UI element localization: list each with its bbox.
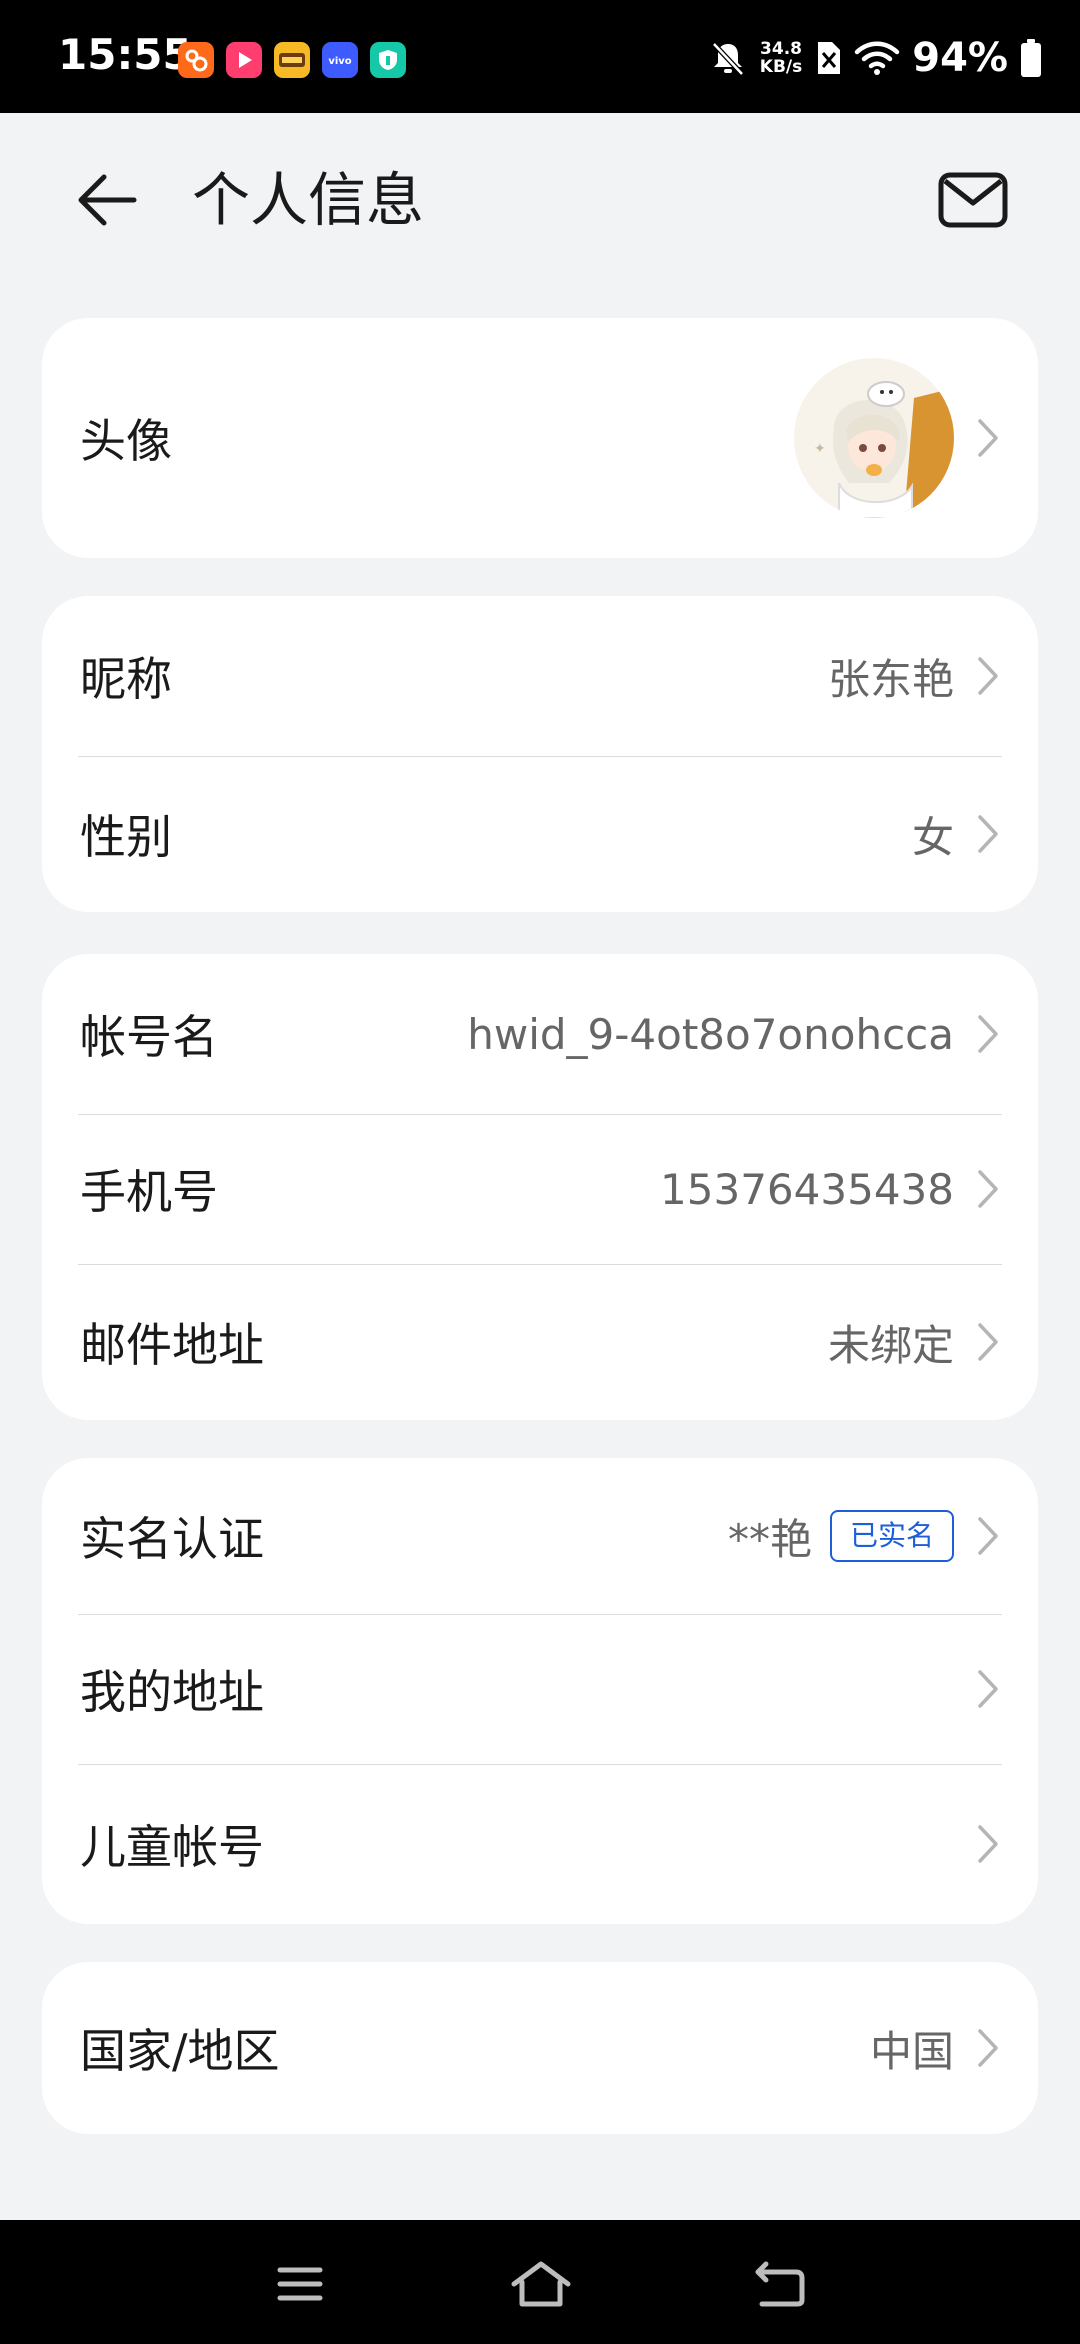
email-label: 邮件地址 — [80, 1318, 264, 1372]
home-button[interactable] — [510, 2260, 571, 2308]
avatar-row[interactable]: 头像 ✦ — [42, 318, 1038, 558]
gender-value: 女 — [911, 812, 954, 862]
email-value: 未绑定 — [827, 1320, 954, 1370]
gender-row[interactable]: 性别 女 — [42, 756, 1038, 912]
chevron-right-icon — [978, 1825, 998, 1863]
account-name-row[interactable]: 帐号名 hwid_9-4ot8o7onohcca — [42, 954, 1038, 1114]
status-bar: 15:55 vivo 34.8 KB/s 94% — [0, 0, 1080, 113]
chevron-right-icon — [978, 1323, 998, 1361]
status-time: 15:55 — [58, 30, 192, 79]
kuaishou-icon — [178, 42, 214, 78]
region-card: 国家/地区 中国 — [42, 1962, 1038, 2134]
game-app-icon — [274, 42, 310, 78]
nickname-label: 昵称 — [80, 652, 172, 706]
page-header: 个人信息 — [0, 113, 1080, 283]
verified-badge: 已实名 — [829, 1510, 954, 1562]
status-app-icons: vivo — [178, 42, 406, 78]
system-nav-bar — [0, 2220, 1080, 2344]
mail-icon — [938, 172, 1008, 228]
chevron-right-icon — [978, 1517, 998, 1555]
net-speed-unit: KB/s — [759, 57, 803, 77]
net-speed-value: 34.8 — [760, 39, 802, 59]
battery-icon — [1021, 39, 1041, 77]
region-value: 中国 — [869, 2026, 954, 2076]
vivo-icon: vivo — [322, 42, 358, 78]
chevron-right-icon — [978, 657, 998, 695]
phone-row[interactable]: 手机号 15376435438 — [42, 1114, 1038, 1264]
svg-text:✦: ✦ — [814, 441, 826, 457]
chevron-right-icon — [978, 419, 998, 457]
menu-button[interactable] — [272, 2260, 328, 2308]
avatar-card: 头像 ✦ — [42, 318, 1038, 558]
realname-value: **艳 — [727, 1514, 812, 1564]
status-indicators: 34.8 KB/s 94% — [708, 35, 1042, 81]
account-name-value: hwid_9-4ot8o7onohcca — [467, 1009, 954, 1059]
mute-bell-icon — [711, 42, 744, 76]
basic-info-card: 昵称 张东艳 性别 女 — [42, 596, 1038, 912]
region-row[interactable]: 国家/地区 中国 — [42, 1962, 1038, 2134]
region-label: 国家/地区 — [80, 2024, 280, 2078]
avatar-label: 头像 — [80, 414, 172, 468]
address-row[interactable]: 我的地址 — [42, 1614, 1038, 1764]
chevron-right-icon — [978, 1170, 998, 1208]
account-card: 帐号名 hwid_9-4ot8o7onohcca 手机号 15376435438… — [42, 954, 1038, 1420]
account-name-label: 帐号名 — [80, 1010, 218, 1064]
realname-row[interactable]: 实名认证 **艳 已实名 — [42, 1458, 1038, 1614]
page-title: 个人信息 — [192, 166, 425, 234]
email-row[interactable]: 邮件地址 未绑定 — [42, 1264, 1038, 1420]
child-account-row[interactable]: 儿童帐号 — [42, 1764, 1038, 1924]
sim-off-icon — [818, 42, 841, 74]
security-card: 实名认证 **艳 已实名 我的地址 儿童帐号 — [42, 1458, 1038, 1924]
gender-label: 性别 — [80, 810, 172, 864]
nickname-row[interactable]: 昵称 张东艳 — [42, 596, 1038, 756]
messages-button[interactable] — [935, 165, 1011, 235]
chevron-right-icon — [978, 1670, 998, 1708]
home-icon — [511, 2261, 571, 2307]
chevron-right-icon — [978, 815, 998, 853]
chevron-right-icon — [978, 2029, 998, 2067]
svg-text:vivo: vivo — [328, 56, 351, 66]
menu-icon — [277, 2267, 323, 2301]
net-speed: 34.8 KB/s — [760, 40, 802, 76]
back-nav-button[interactable] — [752, 2260, 808, 2308]
phone-value: 15376435438 — [660, 1164, 954, 1214]
chevron-right-icon — [978, 1015, 998, 1053]
avatar: ✦ — [794, 358, 954, 518]
address-label: 我的地址 — [80, 1665, 264, 1719]
back-arrow-icon — [78, 174, 137, 226]
phone-label: 手机号 — [80, 1165, 218, 1219]
shield-app-icon — [370, 42, 406, 78]
back-button[interactable] — [72, 165, 142, 235]
child-account-label: 儿童帐号 — [80, 1820, 264, 1874]
realname-label: 实名认证 — [80, 1512, 264, 1566]
wifi-icon — [855, 41, 900, 75]
battery-percent: 94% — [912, 35, 1008, 81]
back-nav-icon — [755, 2261, 805, 2307]
nickname-value: 张东艳 — [827, 654, 954, 704]
video-app-icon — [226, 42, 262, 78]
